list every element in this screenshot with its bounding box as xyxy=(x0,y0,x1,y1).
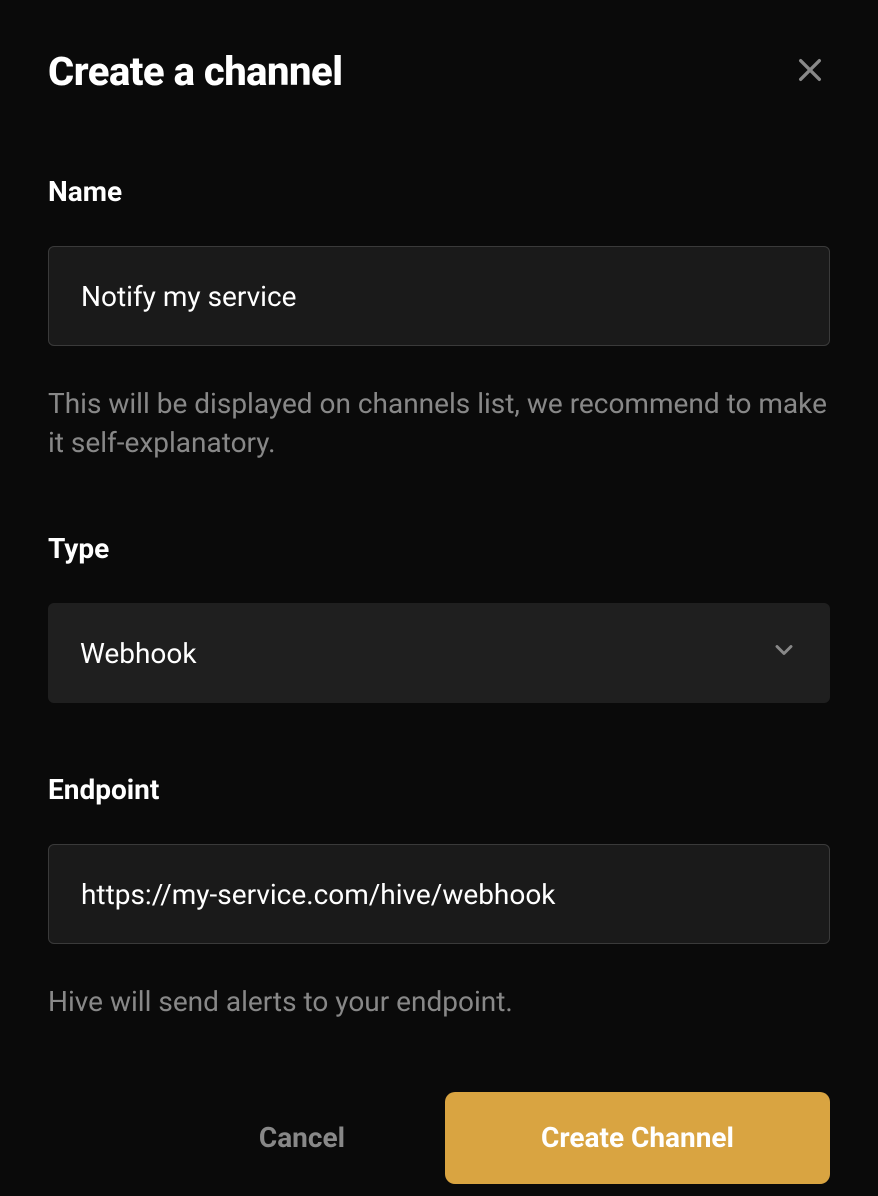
type-selected-value: Webhook xyxy=(80,637,197,670)
name-input[interactable] xyxy=(48,246,830,346)
name-help-text: This will be displayed on channels list,… xyxy=(48,384,830,462)
type-select[interactable]: Webhook xyxy=(48,603,830,703)
endpoint-field-group: Endpoint Hive will send alerts to your e… xyxy=(48,773,830,1021)
close-button[interactable] xyxy=(790,50,830,93)
endpoint-label: Endpoint xyxy=(48,773,830,806)
create-channel-button[interactable]: Create Channel xyxy=(445,1092,830,1184)
type-select-wrapper: Webhook xyxy=(48,603,830,703)
chevron-down-icon xyxy=(770,636,798,671)
type-field-group: Type Webhook xyxy=(48,532,830,703)
name-field-group: Name This will be displayed on channels … xyxy=(48,175,830,462)
close-icon xyxy=(794,54,826,89)
modal-footer: Cancel Create Channel xyxy=(48,1092,830,1184)
endpoint-input[interactable] xyxy=(48,844,830,944)
cancel-button[interactable]: Cancel xyxy=(219,1097,385,1178)
modal-header: Create a channel xyxy=(48,48,830,95)
modal-title: Create a channel xyxy=(48,48,343,95)
endpoint-help-text: Hive will send alerts to your endpoint. xyxy=(48,982,830,1021)
name-label: Name xyxy=(48,175,830,208)
type-label: Type xyxy=(48,532,830,565)
